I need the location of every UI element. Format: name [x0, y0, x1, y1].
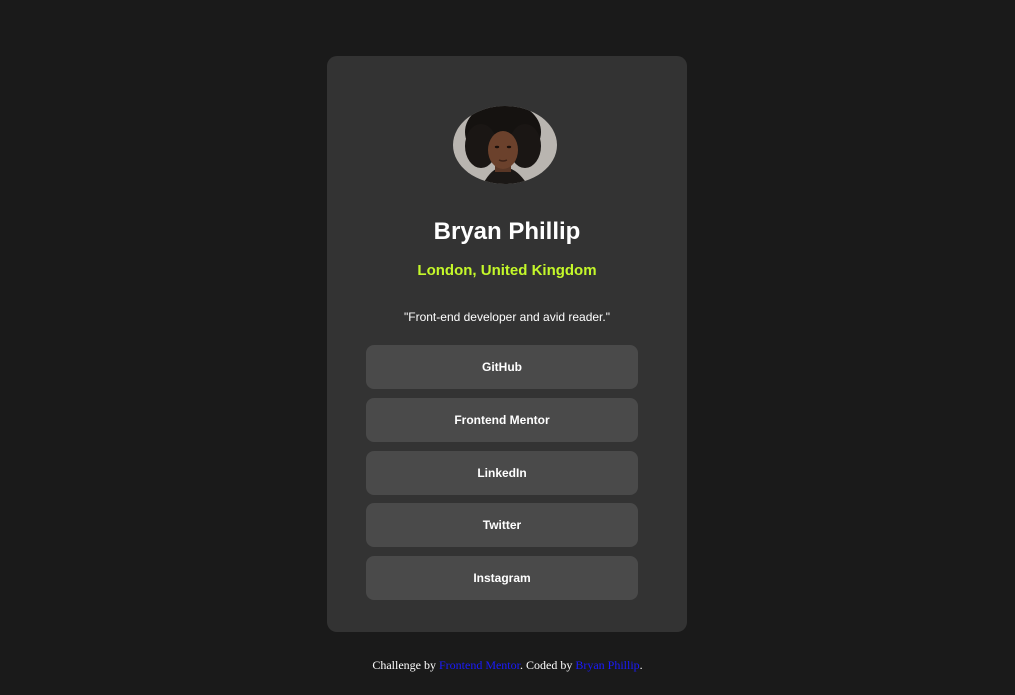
social-links: GitHub Frontend Mentor LinkedIn Twitter … [366, 345, 638, 609]
twitter-link-button[interactable]: Twitter [366, 503, 638, 548]
avatar [453, 106, 557, 184]
frontend-mentor-link-button[interactable]: Frontend Mentor [366, 397, 638, 442]
attribution-footer: Challenge by Frontend Mentor. Coded by B… [0, 658, 1015, 672]
footer-author-link[interactable]: Bryan Phillip [575, 658, 639, 672]
footer-middle: . Coded by [519, 658, 576, 672]
linkedin-link-button[interactable]: LinkedIn [366, 450, 638, 495]
profile-location: London, United Kingdom [417, 262, 597, 279]
footer-suffix: . [639, 658, 643, 672]
profile-name: Bryan Phillip [433, 218, 581, 245]
profile-card: Bryan Phillip London, United Kingdom "Fr… [327, 56, 687, 632]
instagram-link-button[interactable]: Instagram [366, 556, 638, 600]
profile-bio: "Front-end developer and avid reader." [404, 310, 610, 324]
footer-prefix: Challenge by [372, 658, 439, 672]
footer-challenge-link[interactable]: Frontend Mentor [439, 658, 520, 672]
avatar-photo [453, 106, 557, 184]
github-link-button[interactable]: GitHub [366, 345, 638, 389]
